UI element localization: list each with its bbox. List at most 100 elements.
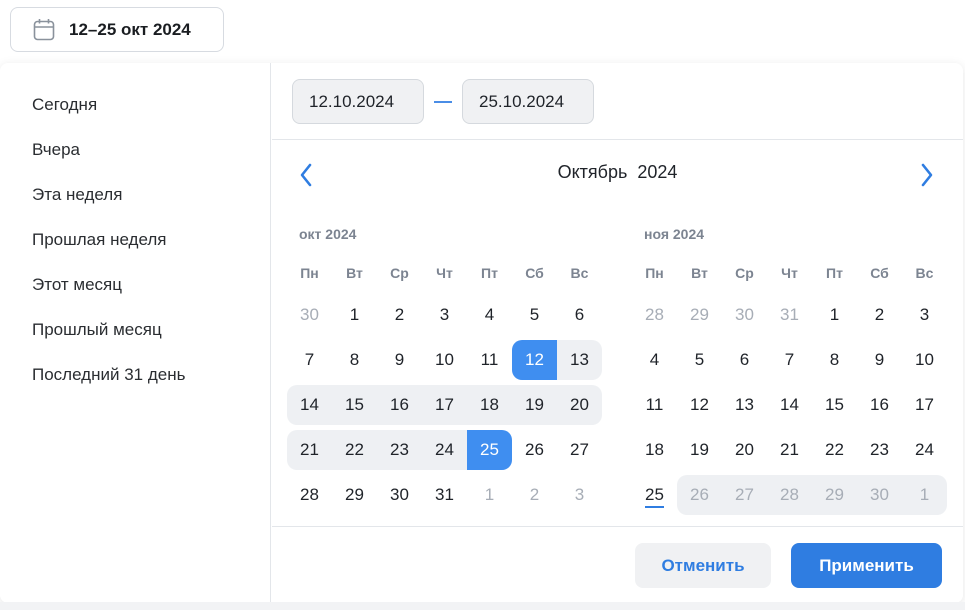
start-date-input[interactable]	[292, 79, 424, 124]
preset-last-month[interactable]: Прошлый месяц	[32, 320, 162, 340]
day-cell[interactable]: 4	[632, 340, 677, 380]
day-number: 1	[829, 305, 840, 324]
day-cell[interactable]: 20	[722, 430, 767, 470]
day-cell[interactable]: 22	[332, 430, 377, 470]
day-cell[interactable]: 16	[377, 385, 422, 425]
day-cell[interactable]: 18	[467, 385, 512, 425]
preset-this-week[interactable]: Эта неделя	[32, 185, 122, 205]
day-cell[interactable]: 12	[677, 385, 722, 425]
day-cell[interactable]: 31	[767, 295, 812, 335]
day-cell[interactable]: 3	[902, 295, 947, 335]
day-cell[interactable]: 29	[332, 475, 377, 515]
date-range-trigger[interactable]: 12–25 окт 2024	[10, 7, 224, 52]
day-cell[interactable]: 5	[677, 340, 722, 380]
calendar-caption: окт 2024	[299, 226, 357, 242]
day-cell[interactable]: 10	[902, 340, 947, 380]
day-cell[interactable]: 11	[467, 340, 512, 380]
day-cell[interactable]: 2	[377, 295, 422, 335]
day-cell[interactable]: 30	[722, 295, 767, 335]
day-cell[interactable]: 13	[557, 340, 602, 380]
day-cell[interactable]: 6	[722, 340, 767, 380]
day-cell[interactable]: 26	[512, 430, 557, 470]
day-cell[interactable]: 16	[857, 385, 902, 425]
weekday-label: Пн	[645, 265, 664, 281]
day-cell[interactable]: 2	[512, 475, 557, 515]
day-cell[interactable]: 23	[377, 430, 422, 470]
day-number: 24	[915, 440, 934, 459]
day-cell[interactable]: 27	[722, 475, 767, 515]
day-cell[interactable]: 29	[677, 295, 722, 335]
day-cell[interactable]: 9	[377, 340, 422, 380]
day-cell[interactable]: 28	[287, 475, 332, 515]
preset-this-month[interactable]: Этот месяц	[32, 275, 122, 295]
day-cell[interactable]: 17	[902, 385, 947, 425]
day-cell[interactable]: 19	[512, 385, 557, 425]
day-cell[interactable]: 9	[857, 340, 902, 380]
day-number: 3	[439, 305, 450, 324]
day-cell[interactable]: 7	[767, 340, 812, 380]
day-cell[interactable]: 14	[767, 385, 812, 425]
day-cell[interactable]: 24	[422, 430, 467, 470]
day-cell[interactable]: 24	[902, 430, 947, 470]
day-cell[interactable]: 3	[422, 295, 467, 335]
day-cell[interactable]: 18	[632, 430, 677, 470]
weekday-label: Пт	[481, 265, 498, 281]
day-cell[interactable]: 30	[377, 475, 422, 515]
day-cell[interactable]: 2	[857, 295, 902, 335]
weekday-label: Ср	[390, 265, 409, 281]
preset-last-week[interactable]: Прошлая неделя	[32, 230, 166, 250]
day-cell[interactable]: 3	[557, 475, 602, 515]
day-cell[interactable]: 1	[332, 295, 377, 335]
day-cell[interactable]: 30	[287, 295, 332, 335]
day-cell[interactable]: 7	[287, 340, 332, 380]
preset-last-31-days[interactable]: Последний 31 день	[32, 365, 185, 385]
day-number: 30	[390, 485, 409, 504]
day-cell[interactable]: 4	[467, 295, 512, 335]
day-number: 28	[300, 485, 319, 504]
cancel-button[interactable]: Отменить	[635, 543, 771, 588]
preset-yesterday[interactable]: Вчера	[32, 140, 80, 160]
day-cell[interactable]: 1	[812, 295, 857, 335]
preset-today[interactable]: Сегодня	[32, 95, 97, 115]
next-month-button[interactable]	[915, 161, 939, 189]
day-number: 10	[915, 350, 934, 369]
day-cell[interactable]: 22	[812, 430, 857, 470]
day-cell[interactable]: 19	[677, 430, 722, 470]
day-cell[interactable]: 5	[512, 295, 557, 335]
day-cell[interactable]: 31	[422, 475, 467, 515]
day-number: 18	[480, 395, 499, 414]
day-cell[interactable]: 29	[812, 475, 857, 515]
day-cell[interactable]: 27	[557, 430, 602, 470]
day-cell[interactable]: 1	[467, 475, 512, 515]
day-number: 25	[480, 440, 499, 459]
day-cell-today[interactable]: 25	[632, 475, 677, 515]
day-number: 21	[300, 440, 319, 459]
day-cell-selected[interactable]: 12	[512, 340, 557, 380]
day-cell[interactable]: 23	[857, 430, 902, 470]
day-cell[interactable]: 21	[767, 430, 812, 470]
weekday-label: Сб	[525, 265, 544, 281]
day-cell[interactable]: 26	[677, 475, 722, 515]
day-cell[interactable]: 28	[632, 295, 677, 335]
day-cell[interactable]: 14	[287, 385, 332, 425]
day-cell[interactable]: 30	[857, 475, 902, 515]
day-cell[interactable]: 1	[902, 475, 947, 515]
day-cell[interactable]: 6	[557, 295, 602, 335]
day-cell[interactable]: 8	[812, 340, 857, 380]
calendar-caption: ноя 2024	[644, 226, 705, 242]
day-cell[interactable]: 28	[767, 475, 812, 515]
apply-button[interactable]: Применить	[791, 543, 942, 588]
day-number: 16	[390, 395, 409, 414]
day-cell[interactable]: 10	[422, 340, 467, 380]
day-cell[interactable]: 20	[557, 385, 602, 425]
day-cell[interactable]: 17	[422, 385, 467, 425]
day-cell[interactable]: 15	[812, 385, 857, 425]
day-cell[interactable]: 8	[332, 340, 377, 380]
weekday-label: Вс	[915, 265, 934, 281]
day-cell[interactable]: 15	[332, 385, 377, 425]
end-date-input[interactable]	[462, 79, 594, 124]
day-cell[interactable]: 13	[722, 385, 767, 425]
day-cell[interactable]: 11	[632, 385, 677, 425]
day-cell-selected[interactable]: 25	[467, 430, 512, 470]
day-cell[interactable]: 21	[287, 430, 332, 470]
